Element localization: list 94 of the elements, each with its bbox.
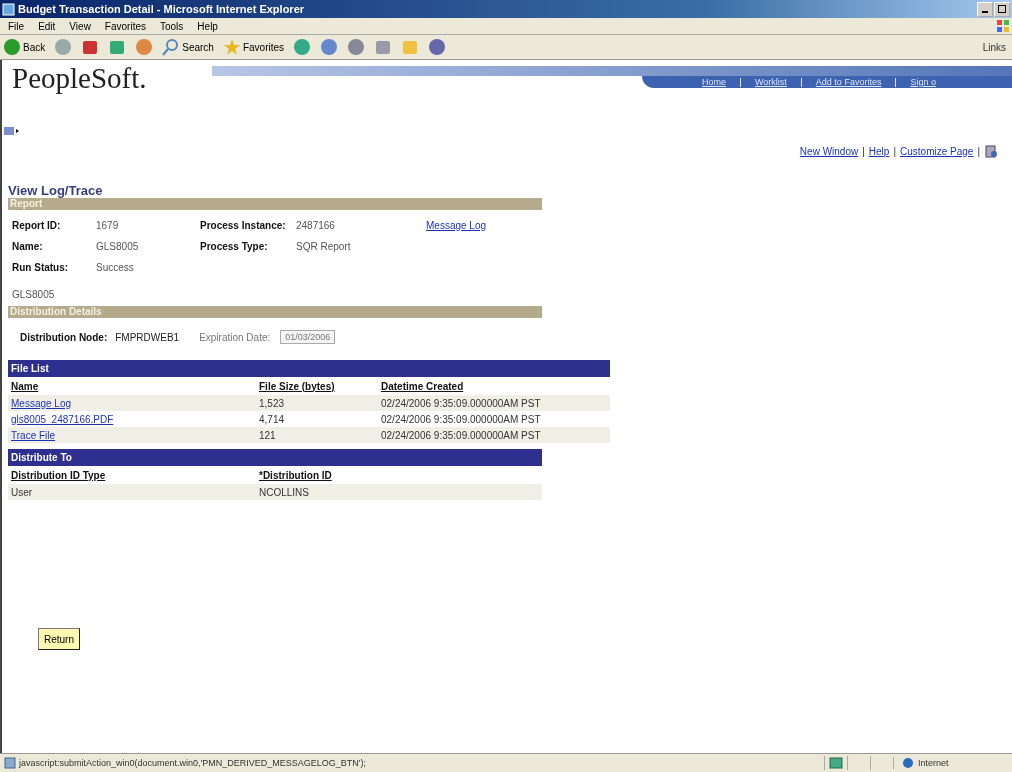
menu-toggle-icon[interactable] bbox=[4, 126, 20, 136]
toolbar-icon bbox=[347, 38, 366, 56]
toolbar-button[interactable]: Search bbox=[162, 38, 214, 56]
maximize-icon bbox=[998, 5, 1006, 13]
field-label: Distribution Node: bbox=[20, 331, 108, 343]
table-cell-text: 02/24/2006 9:35:09.000000AM PST bbox=[381, 413, 542, 425]
toolbar-button[interactable] bbox=[54, 38, 73, 56]
search-icon bbox=[162, 38, 181, 56]
field-label: Run Status: bbox=[12, 262, 70, 273]
page-link[interactable]: New Window bbox=[799, 145, 859, 157]
menu-item[interactable]: Help bbox=[197, 20, 218, 32]
table-cell-text: 1,523 bbox=[259, 397, 286, 409]
link-separator: | bbox=[893, 145, 896, 157]
toolbar-icon bbox=[81, 38, 100, 56]
page-title: View Log/Trace bbox=[7, 183, 104, 198]
browser-icon bbox=[2, 2, 15, 16]
table-cell-text: NCOLLINS bbox=[259, 486, 310, 498]
column-header[interactable]: Name bbox=[11, 380, 259, 392]
section-header: Distribution Details bbox=[8, 306, 542, 318]
toolbar-button[interactable] bbox=[81, 38, 100, 56]
windows-logo-icon bbox=[996, 19, 1010, 33]
field-label: Report ID: bbox=[12, 220, 62, 231]
toolbar-button[interactable] bbox=[374, 38, 393, 56]
table-cell-text: User bbox=[11, 486, 34, 498]
page-icon bbox=[4, 757, 16, 769]
nav-link[interactable]: Worklist bbox=[755, 77, 787, 87]
table-cell-text: 02/24/2006 9:35:09.000000AM PST bbox=[381, 429, 542, 441]
table-cell-text: 02/24/2006 9:35:09.000000AM PST bbox=[381, 397, 542, 409]
field-value: SQR Report bbox=[296, 241, 352, 252]
nav-link[interactable]: Home bbox=[702, 77, 726, 87]
toolbar-button[interactable] bbox=[135, 38, 154, 56]
toolbar-icon bbox=[135, 38, 154, 56]
toolbar-icon bbox=[374, 38, 393, 56]
menu-item[interactable]: Tools bbox=[160, 20, 184, 32]
table-cell-text: 4,714 bbox=[259, 413, 286, 425]
maximize-button[interactable] bbox=[994, 1, 1010, 17]
toolbar-button[interactable]: Back bbox=[3, 38, 46, 56]
column-header[interactable]: File Size (bytes) bbox=[259, 380, 381, 392]
field-value: Success bbox=[96, 262, 135, 273]
window-title: Budget Transaction Detail - Microsoft Internet Explorer bbox=[18, 3, 305, 15]
toolbar-icon bbox=[320, 38, 339, 56]
toolbar-button[interactable] bbox=[320, 38, 339, 56]
report-description: GLS8005 bbox=[11, 288, 56, 302]
message-log-link[interactable]: Message Log bbox=[426, 220, 546, 231]
field-value: 2487166 bbox=[296, 220, 336, 231]
toolbar-button[interactable] bbox=[428, 38, 447, 56]
page-link[interactable]: Customize Page bbox=[900, 145, 974, 157]
grid-header: File List bbox=[8, 360, 610, 377]
page-icon[interactable] bbox=[984, 144, 998, 158]
field-label: Process Instance: bbox=[200, 220, 287, 231]
toolbar-icon bbox=[54, 38, 73, 56]
link-separator: | bbox=[977, 145, 980, 157]
peoplesoft-logo: PeopleSoft. bbox=[12, 62, 147, 95]
menu-item[interactable]: Edit bbox=[38, 20, 56, 32]
toolbar-button[interactable] bbox=[293, 38, 312, 56]
return-button[interactable]: Return bbox=[38, 628, 80, 650]
folder-icon bbox=[401, 38, 420, 56]
section-header: Report bbox=[8, 198, 542, 210]
field-value: FMPRDWEB1 bbox=[115, 331, 180, 343]
expiration-date-field[interactable]: 01/03/2006 bbox=[280, 330, 336, 344]
toolbar-button[interactable] bbox=[347, 38, 366, 56]
table-cell-text: 121 bbox=[259, 429, 277, 441]
toolbar-icon bbox=[293, 38, 312, 56]
file-link[interactable]: gls8005_2487166.PDF bbox=[11, 413, 114, 425]
field-value: 1679 bbox=[96, 220, 120, 231]
security-icon bbox=[829, 757, 843, 769]
toolbar-icon bbox=[108, 38, 127, 56]
toolbar-icon bbox=[3, 38, 21, 56]
link-separator: | bbox=[862, 145, 865, 157]
security-zone: Internet bbox=[893, 757, 1012, 769]
menu-item[interactable]: View bbox=[69, 20, 91, 32]
column-header[interactable]: Distribution ID Type bbox=[11, 469, 259, 481]
column-header[interactable]: Datetime Created bbox=[381, 380, 609, 392]
star-icon bbox=[222, 38, 241, 56]
globe-icon bbox=[902, 757, 914, 769]
links-label[interactable]: Links bbox=[982, 41, 1006, 53]
field-label: Expiration Date: bbox=[199, 331, 271, 343]
field-label: Name: bbox=[12, 241, 44, 252]
column-header[interactable]: *Distribution ID bbox=[259, 469, 459, 481]
nav-link[interactable]: Sign o bbox=[910, 77, 936, 87]
menu-item[interactable]: Favorites bbox=[104, 20, 146, 32]
field-label: Process Type: bbox=[200, 241, 269, 252]
minimize-button[interactable] bbox=[977, 1, 993, 17]
file-link[interactable]: Trace File bbox=[11, 429, 56, 441]
field-value: GLS8005 bbox=[96, 241, 140, 252]
file-link[interactable]: Message Log bbox=[11, 397, 72, 409]
toolbar-icon bbox=[428, 38, 447, 56]
nav-link[interactable]: Add to Favorites bbox=[815, 77, 882, 87]
grid-header: Distribute To bbox=[8, 449, 542, 466]
status-text: javascript:submitAction_win0(document.win0,'PMN_DERIVED_MESSAGELOG_BTN'); bbox=[0, 757, 367, 769]
toolbar-button[interactable] bbox=[108, 38, 127, 56]
toolbar-button[interactable]: Favorites bbox=[222, 38, 285, 56]
page-link[interactable]: Help bbox=[868, 145, 890, 157]
menu-item[interactable]: File bbox=[8, 20, 25, 32]
